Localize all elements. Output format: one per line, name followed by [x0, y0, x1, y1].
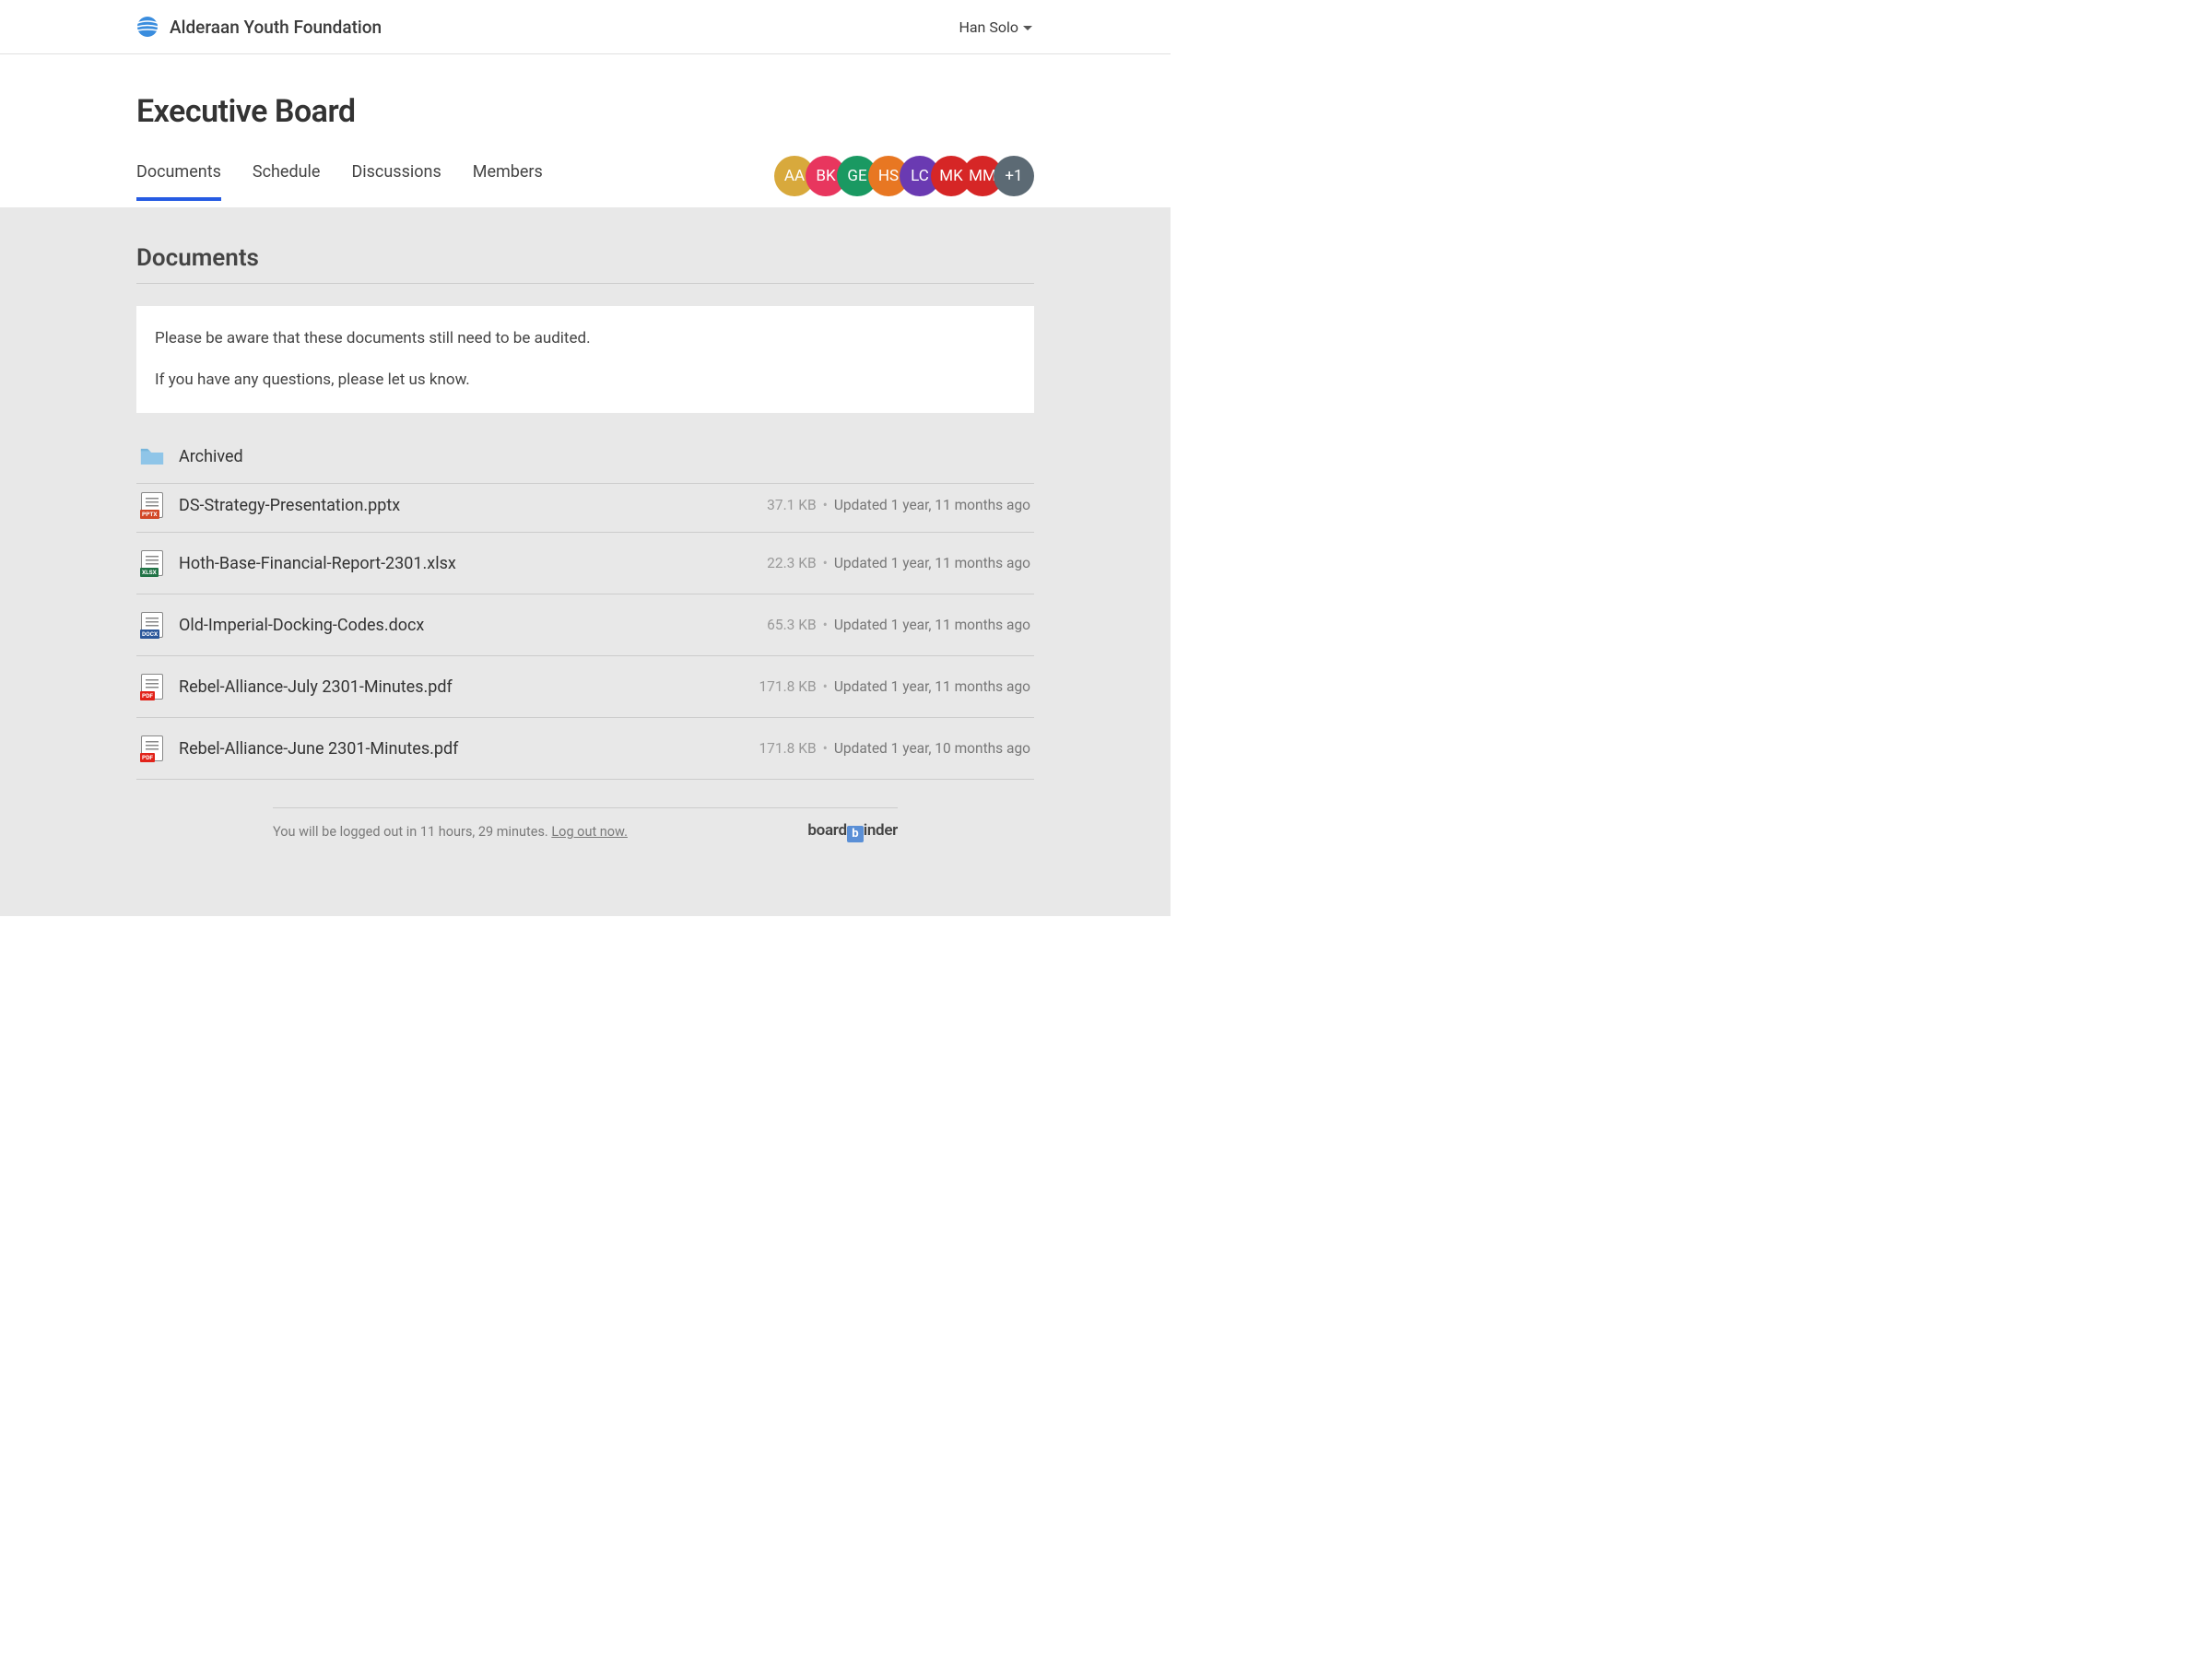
product-logo-badge: b — [847, 826, 864, 842]
document-size: 65.3 KB — [767, 617, 816, 633]
document-meta: 22.3 KB•Updated 1 year, 11 months ago — [767, 555, 1030, 571]
document-meta: 37.1 KB•Updated 1 year, 11 months ago — [767, 497, 1030, 513]
tab-members[interactable]: Members — [473, 162, 543, 201]
topbar: Alderaan Youth Foundation Han Solo — [0, 0, 1171, 54]
avatar-list: AABKGEHSLCMKMM+1 — [774, 156, 1034, 196]
document-name: Rebel-Alliance-July 2301-Minutes.pdf — [179, 677, 744, 697]
tab-documents[interactable]: Documents — [136, 162, 221, 201]
page-header: Executive Board Documents Schedule Discuss… — [0, 54, 1171, 207]
document-updated: Updated 1 year, 10 months ago — [834, 740, 1030, 757]
org-name: Alderaan Youth Foundation — [170, 17, 382, 38]
notice-line-1: Please be aware that these documents sti… — [155, 326, 1016, 351]
logout-link[interactable]: Log out now. — [551, 824, 628, 840]
document-updated: Updated 1 year, 11 months ago — [834, 555, 1030, 571]
document-list: Archived PPTX DS-Strategy-Presentation.pp… — [136, 435, 1034, 780]
folder-row[interactable]: Archived — [136, 435, 1034, 484]
notice-line-2: If you have any questions, please let us… — [155, 368, 1016, 393]
folder-icon — [140, 442, 164, 470]
user-menu[interactable]: Han Solo — [959, 18, 1032, 36]
footer: You will be logged out in 11 hours, 29 m… — [273, 807, 898, 842]
avatar[interactable]: +1 — [994, 156, 1034, 196]
tabs: Documents Schedule Discussions Members — [136, 162, 543, 201]
main-section: Documents Please be aware that these doc… — [0, 207, 1171, 916]
document-size: 37.1 KB — [767, 497, 816, 513]
document-row[interactable]: PPTX DS-Strategy-Presentation.pptx 37.1 KB… — [136, 484, 1034, 533]
document-name: Rebel-Alliance-June 2301-Minutes.pdf — [179, 739, 744, 759]
document-meta: 65.3 KB•Updated 1 year, 11 months ago — [767, 617, 1030, 633]
tab-schedule[interactable]: Schedule — [253, 162, 321, 201]
docx-file-icon: DOCX — [140, 611, 164, 639]
document-row[interactable]: PDF Rebel-Alliance-July 2301-Minutes.pdf 1… — [136, 656, 1034, 718]
document-row[interactable]: PDF Rebel-Alliance-June 2301-Minutes.pdf 1… — [136, 718, 1034, 780]
document-name: Hoth-Base-Financial-Report-2301.xlsx — [179, 554, 752, 573]
org-logo-icon — [136, 16, 159, 38]
brand[interactable]: Alderaan Youth Foundation — [136, 16, 382, 38]
product-logo: boardbinder — [807, 821, 898, 842]
document-name: Old-Imperial-Docking-Codes.docx — [179, 616, 752, 635]
document-updated: Updated 1 year, 11 months ago — [834, 678, 1030, 695]
pdf-file-icon: PDF — [140, 673, 164, 700]
tab-discussions[interactable]: Discussions — [351, 162, 441, 201]
document-meta: 171.8 KB•Updated 1 year, 11 months ago — [759, 678, 1030, 695]
logout-notice: You will be logged out in 11 hours, 29 m… — [273, 824, 628, 840]
pdf-file-icon: PDF — [140, 735, 164, 762]
document-row[interactable]: DOCX Old-Imperial-Docking-Codes.docx 65.3 … — [136, 594, 1034, 656]
document-updated: Updated 1 year, 11 months ago — [834, 617, 1030, 633]
document-size: 22.3 KB — [767, 555, 816, 571]
folder-name: Archived — [179, 447, 1030, 466]
document-updated: Updated 1 year, 11 months ago — [834, 497, 1030, 513]
document-size: 171.8 KB — [759, 740, 816, 757]
notice-box: Please be aware that these documents sti… — [136, 306, 1034, 413]
caret-down-icon — [1023, 26, 1032, 30]
section-title: Documents — [136, 244, 1034, 284]
page-title: Executive Board — [136, 93, 1034, 130]
document-row[interactable]: XLSX Hoth-Base-Financial-Report-2301.xlsx… — [136, 533, 1034, 594]
user-name: Han Solo — [959, 18, 1018, 36]
xlsx-file-icon: XLSX — [140, 549, 164, 577]
pptx-file-icon: PPTX — [140, 491, 164, 519]
document-name: DS-Strategy-Presentation.pptx — [179, 496, 752, 515]
document-size: 171.8 KB — [759, 678, 816, 695]
document-meta: 171.8 KB•Updated 1 year, 10 months ago — [759, 740, 1030, 757]
